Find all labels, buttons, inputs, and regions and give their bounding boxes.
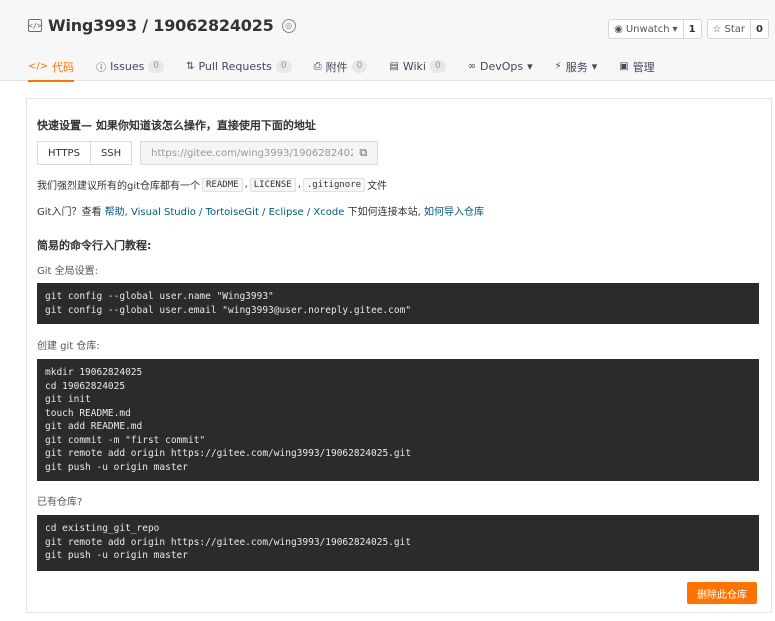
- devops-icon: ∞: [467, 61, 477, 72]
- code-line: git commit -m "first commit": [45, 434, 206, 446]
- tab-label: 服务: [565, 60, 588, 74]
- create-repo-code[interactable]: mkdir 19062824025 cd 19062824025 git ini…: [37, 359, 759, 481]
- code-line: git init: [45, 394, 91, 405]
- license-chip: LICENSE: [249, 177, 296, 192]
- tab-attachments[interactable]: ⎙ 附件 0: [314, 52, 368, 81]
- repo-tabs: </> 代码 ⓘ Issues 0 ⇅ Pull Requests 0 ⎙ 附件…: [28, 52, 677, 82]
- code-line: git push -u origin master: [45, 550, 188, 561]
- issue-icon: ⓘ: [96, 63, 107, 74]
- star-count[interactable]: 0: [751, 20, 768, 38]
- unwatch-label: Unwatch: [625, 23, 670, 35]
- pull-request-icon: ⇅: [186, 61, 195, 72]
- separator: ,: [244, 179, 248, 190]
- tab-label: DevOps: [480, 60, 524, 73]
- tab-wiki[interactable]: ▤ Wiki 0: [389, 52, 446, 81]
- quick-setup-title: 快速设置— 如果你知道该怎么操作，直接使用下面的地址: [37, 119, 316, 132]
- tab-badge: 0: [351, 60, 368, 73]
- clone-url: https://gitee.com/wing3993/19062824025.: [151, 147, 354, 159]
- https-button[interactable]: HTTPS: [37, 141, 91, 165]
- recommend-text: 我们强烈建议所有的git仓库都有一个 README , LICENSE , .g…: [37, 177, 387, 192]
- tab-services[interactable]: ⚡ 服务 ▾: [555, 52, 598, 81]
- attachment-icon: ⎙: [313, 61, 322, 72]
- recommend-suffix: 文件: [367, 181, 388, 192]
- tools-links[interactable]: , Visual Studio / TortoiseGit / Eclipse …: [125, 207, 345, 218]
- existing-repo-label: 已有仓库?: [37, 497, 83, 508]
- watch-count[interactable]: 1: [684, 20, 701, 38]
- repo-icon: </>: [28, 19, 42, 32]
- tab-badge: 0: [275, 60, 292, 73]
- tab-manage[interactable]: ▣ 管理: [619, 52, 654, 81]
- tab-label: Issues: [110, 60, 145, 73]
- tab-pull-requests[interactable]: ⇅ Pull Requests 0: [186, 52, 292, 81]
- gitignore-chip: .gitignore: [302, 177, 366, 192]
- delete-repo-button[interactable]: 删除此仓库: [687, 582, 757, 604]
- clone-url-box: HTTPS SSH https://gitee.com/wing3993/190…: [37, 141, 379, 165]
- ssh-button[interactable]: SSH: [90, 141, 133, 165]
- code-line: git remote add origin https://gitee.com/…: [45, 536, 412, 548]
- caret-down-icon: ▾: [672, 23, 678, 35]
- repo-title[interactable]: Wing3993 / 19062824025: [48, 16, 274, 35]
- code-line: git remote add origin https://gitee.com/…: [45, 448, 412, 459]
- global-setup-label: Git 全局设置:: [37, 266, 98, 277]
- watch-group: ◉ Unwatch ▾ 1: [608, 19, 702, 39]
- tab-label: Wiki: [402, 60, 426, 73]
- git-intro: Git入门？查看 帮助, Visual Studio / TortoiseGit…: [37, 203, 484, 218]
- quick-setup-panel: 快速设置— 如果你知道该怎么操作，直接使用下面的地址 HTTPS SSH htt…: [26, 98, 772, 613]
- repo-header: </> Wing3993 / 19062824025 ◎ ◉ Unwatch ▾…: [0, 0, 775, 82]
- tab-label: 管理: [632, 60, 655, 74]
- create-repo-label: 创建 git 仓库:: [37, 341, 100, 352]
- tab-badge: 0: [429, 60, 446, 73]
- eye-icon: ◉: [614, 23, 623, 35]
- code-line: touch README.md: [45, 407, 131, 419]
- star-label: Star: [724, 23, 746, 35]
- existing-repo-code[interactable]: cd existing_git_repo git remote add orig…: [37, 515, 759, 571]
- intro-mid: 下如何连接本站,: [347, 207, 421, 218]
- private-repo-icon: ◎: [281, 18, 296, 33]
- caret-down-icon: ▾: [527, 60, 533, 73]
- code-line: git push -u origin master: [45, 461, 188, 473]
- code-line: mkdir 19062824025: [45, 367, 143, 378]
- wiki-icon: ▤: [389, 61, 399, 72]
- code-icon: </>: [28, 61, 49, 72]
- tab-label: 代码: [52, 60, 75, 74]
- code-line: git config --global user.name "Wing3993": [45, 291, 274, 302]
- code-line: cd existing_git_repo: [45, 523, 160, 534]
- global-setup-code[interactable]: git config --global user.name "Wing3993"…: [37, 283, 759, 324]
- tab-devops[interactable]: ∞ DevOps ▾: [468, 52, 533, 81]
- tab-issues[interactable]: ⓘ Issues 0: [96, 52, 165, 81]
- unwatch-button[interactable]: ◉ Unwatch ▾: [609, 20, 684, 38]
- readme-chip: README: [202, 177, 243, 192]
- import-link[interactable]: 如何导入仓库: [424, 207, 484, 218]
- manage-icon: ▣: [619, 61, 629, 72]
- code-line: git add README.md: [45, 421, 143, 432]
- caret-down-icon: ▾: [591, 60, 598, 73]
- guide-title: 简易的命令行入门教程:: [37, 239, 152, 252]
- repo-actions: ◉ Unwatch ▾ 1 ☆ Star 0: [608, 19, 769, 39]
- help-link[interactable]: 帮助: [105, 207, 125, 218]
- star-group: ☆ Star 0: [706, 19, 769, 39]
- tab-code[interactable]: </> 代码: [28, 52, 75, 82]
- repo-title-row: </> Wing3993 / 19062824025 ◎: [28, 16, 296, 35]
- tab-label: 附件: [325, 60, 348, 74]
- recommend-prefix: 我们强烈建议所有的git仓库都有一个: [37, 181, 201, 192]
- intro-prefix: Git入门？查看: [37, 207, 102, 218]
- code-line: cd 19062824025: [45, 380, 126, 392]
- star-icon: ☆: [712, 23, 722, 35]
- service-icon: ⚡: [554, 61, 562, 72]
- star-button[interactable]: ☆ Star: [708, 20, 752, 38]
- tab-label: Pull Requests: [198, 60, 272, 73]
- tab-badge: 0: [148, 60, 165, 73]
- clone-url-field[interactable]: https://gitee.com/wing3993/19062824025. …: [140, 141, 379, 165]
- separator: ,: [297, 179, 301, 190]
- code-line: git config --global user.email "wing3993…: [45, 304, 412, 316]
- copy-icon[interactable]: ⧉: [359, 146, 367, 160]
